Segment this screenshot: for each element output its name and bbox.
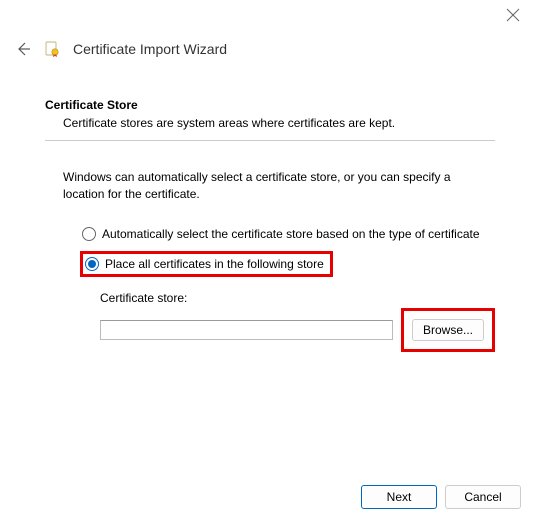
- section-title: Certificate Store: [45, 98, 495, 112]
- back-arrow-icon[interactable]: [15, 41, 31, 57]
- browse-button[interactable]: Browse...: [412, 319, 484, 341]
- next-button[interactable]: Next: [361, 485, 437, 509]
- radio-icon: [82, 227, 96, 241]
- cancel-button[interactable]: Cancel: [445, 485, 521, 509]
- radio-auto-label: Automatically select the certificate sto…: [102, 227, 480, 241]
- store-label: Certificate store:: [100, 291, 495, 305]
- section-description: Certificate stores are system areas wher…: [63, 116, 495, 130]
- radio-manual-label: Place all certificates in the following …: [105, 257, 324, 271]
- radio-icon: [85, 257, 99, 271]
- instruction-text: Windows can automatically select a certi…: [63, 169, 495, 203]
- certificate-store-input[interactable]: [100, 320, 393, 340]
- close-icon[interactable]: [506, 8, 520, 22]
- radio-auto-select[interactable]: Automatically select the certificate sto…: [80, 225, 495, 243]
- wizard-title: Certificate Import Wizard: [73, 41, 227, 57]
- divider: [45, 140, 495, 141]
- certificate-shield-icon: [43, 40, 61, 58]
- radio-manual-select[interactable]: Place all certificates in the following …: [80, 251, 333, 277]
